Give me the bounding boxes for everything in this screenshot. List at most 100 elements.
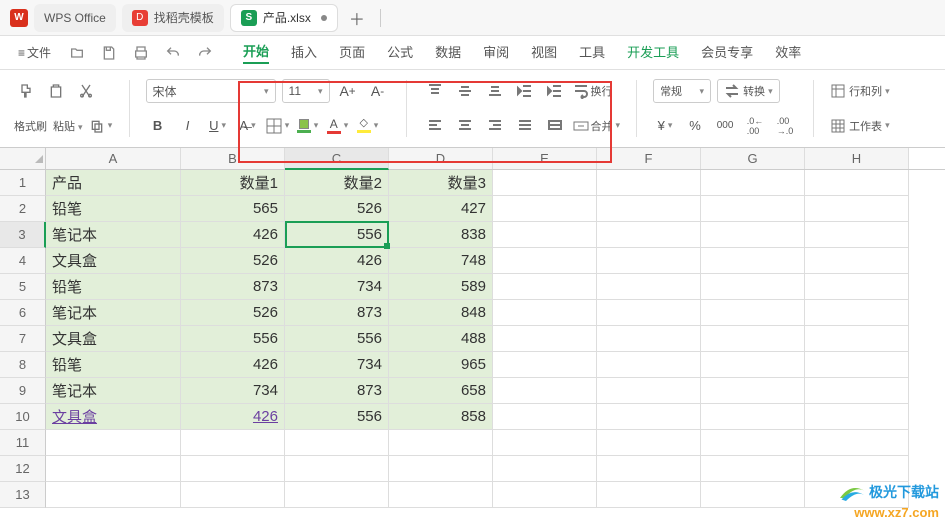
- cell[interactable]: [597, 170, 701, 196]
- bold-button[interactable]: B: [146, 114, 170, 138]
- cell[interactable]: [597, 274, 701, 300]
- cell[interactable]: 产品: [46, 170, 181, 196]
- cell[interactable]: [805, 404, 909, 430]
- increase-indent-button[interactable]: [543, 79, 567, 103]
- cell[interactable]: [805, 274, 909, 300]
- row-header[interactable]: 7: [0, 326, 46, 352]
- cell[interactable]: [493, 248, 597, 274]
- cell[interactable]: [46, 482, 181, 508]
- tab-vip[interactable]: 会员专享: [701, 42, 753, 63]
- col-header-d[interactable]: D: [389, 148, 493, 169]
- redo-button[interactable]: [193, 41, 217, 65]
- print-button[interactable]: [129, 41, 153, 65]
- cell[interactable]: [805, 248, 909, 274]
- cut-icon[interactable]: [74, 79, 98, 103]
- rows-cols-button[interactable]: 行和列▾: [830, 79, 890, 103]
- select-all-corner[interactable]: [0, 148, 46, 169]
- cell[interactable]: [701, 352, 805, 378]
- row-header[interactable]: 11: [0, 430, 46, 456]
- tab-view[interactable]: 视图: [531, 42, 557, 63]
- cell[interactable]: [285, 482, 389, 508]
- cell[interactable]: [701, 378, 805, 404]
- cell[interactable]: [701, 482, 805, 508]
- cell[interactable]: [181, 482, 285, 508]
- tab-wps-office[interactable]: WPS Office: [34, 4, 116, 32]
- cell[interactable]: 488: [389, 326, 493, 352]
- tab-efficiency[interactable]: 效率: [775, 42, 801, 63]
- align-middle-button[interactable]: [453, 79, 477, 103]
- row-header[interactable]: 1: [0, 170, 46, 196]
- tab-review[interactable]: 审阅: [483, 42, 509, 63]
- cell[interactable]: 858: [389, 404, 493, 430]
- col-header-a[interactable]: A: [46, 148, 181, 169]
- cell[interactable]: 734: [181, 378, 285, 404]
- cell[interactable]: 873: [285, 300, 389, 326]
- strikethrough-button[interactable]: A̶▾: [236, 114, 260, 138]
- cell[interactable]: [597, 378, 701, 404]
- cell[interactable]: 文具盒: [46, 248, 181, 274]
- tab-dev[interactable]: 开发工具: [627, 42, 679, 63]
- cell[interactable]: 铅笔: [46, 196, 181, 222]
- tab-active-file[interactable]: S 产品.xlsx: [230, 4, 338, 32]
- row-header[interactable]: 6: [0, 300, 46, 326]
- cell[interactable]: [389, 430, 493, 456]
- cell[interactable]: 873: [285, 378, 389, 404]
- align-right-button[interactable]: [483, 114, 507, 138]
- cell[interactable]: [701, 300, 805, 326]
- cell[interactable]: [285, 456, 389, 482]
- cell[interactable]: [493, 404, 597, 430]
- tab-start[interactable]: 开始: [243, 41, 269, 64]
- cell-hyperlink[interactable]: 文具盒: [46, 404, 181, 430]
- cell[interactable]: 658: [389, 378, 493, 404]
- cell[interactable]: 铅笔: [46, 274, 181, 300]
- cell[interactable]: [493, 482, 597, 508]
- cell[interactable]: 426: [285, 248, 389, 274]
- cell[interactable]: [805, 378, 909, 404]
- col-header-c[interactable]: C: [285, 148, 389, 170]
- font-color-button[interactable]: A▾: [326, 114, 350, 138]
- cell[interactable]: 526: [285, 196, 389, 222]
- align-center-button[interactable]: [453, 114, 477, 138]
- cell[interactable]: 873: [181, 274, 285, 300]
- cell[interactable]: [493, 222, 597, 248]
- cell[interactable]: [181, 456, 285, 482]
- cell[interactable]: [597, 326, 701, 352]
- align-justify-button[interactable]: [513, 114, 537, 138]
- increase-font-button[interactable]: A+: [336, 79, 360, 103]
- wrap-text-button[interactable]: 换行: [573, 79, 613, 103]
- cell[interactable]: [597, 352, 701, 378]
- cell[interactable]: [701, 430, 805, 456]
- align-bottom-button[interactable]: [483, 79, 507, 103]
- file-menu[interactable]: ≡ 文件: [12, 44, 57, 61]
- cell[interactable]: 数量2: [285, 170, 389, 196]
- row-header[interactable]: 13: [0, 482, 46, 508]
- cell[interactable]: [493, 196, 597, 222]
- tab-template[interactable]: D 找稻壳模板: [122, 4, 224, 32]
- row-header[interactable]: 10: [0, 404, 46, 430]
- col-header-f[interactable]: F: [597, 148, 701, 169]
- cell[interactable]: [805, 482, 909, 508]
- cell[interactable]: 526: [181, 248, 285, 274]
- cell[interactable]: [493, 326, 597, 352]
- cell[interactable]: [493, 352, 597, 378]
- cell[interactable]: [805, 326, 909, 352]
- cell[interactable]: [389, 456, 493, 482]
- save-button[interactable]: [97, 41, 121, 65]
- tab-formula[interactable]: 公式: [387, 42, 413, 63]
- tab-data[interactable]: 数据: [435, 42, 461, 63]
- cell[interactable]: 数量1: [181, 170, 285, 196]
- row-header[interactable]: 5: [0, 274, 46, 300]
- active-cell[interactable]: 556: [285, 222, 389, 248]
- col-header-b[interactable]: B: [181, 148, 285, 169]
- cell[interactable]: [805, 456, 909, 482]
- cell[interactable]: [805, 352, 909, 378]
- worksheet-button[interactable]: 工作表▾: [830, 114, 890, 138]
- cell-hyperlink[interactable]: 426: [181, 404, 285, 430]
- cell[interactable]: [701, 170, 805, 196]
- cell[interactable]: 426: [181, 352, 285, 378]
- cell[interactable]: 526: [181, 300, 285, 326]
- cell[interactable]: [597, 248, 701, 274]
- cell[interactable]: 426: [181, 222, 285, 248]
- cell[interactable]: 748: [389, 248, 493, 274]
- cell[interactable]: 笔记本: [46, 378, 181, 404]
